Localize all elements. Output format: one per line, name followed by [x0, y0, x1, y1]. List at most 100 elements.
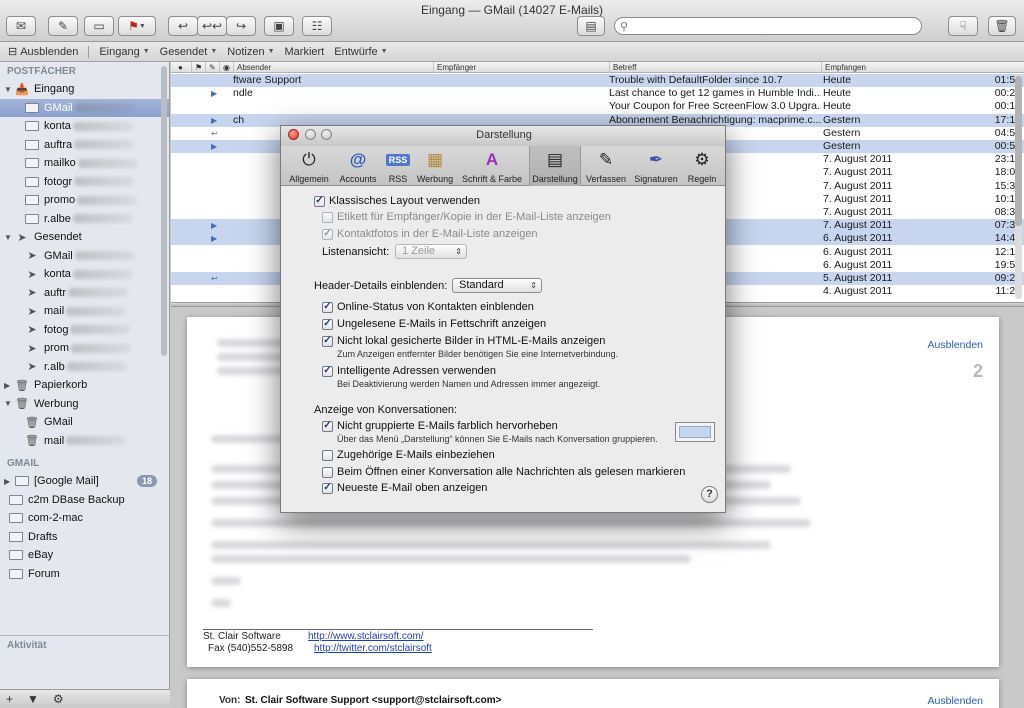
sidebar-item-sent-account[interactable]: ➤ fotog — [0, 321, 169, 340]
sidebar-item-folder[interactable]: c2m DBase Backup — [0, 491, 169, 510]
newest-on-top-checkbox[interactable]: ✓ Neueste E-Mail oben anzeigen — [322, 482, 487, 494]
tab-junk[interactable]: ▦ Werbung — [415, 146, 455, 186]
sidebar-item-ads-account[interactable]: 🗑 mail — [0, 432, 169, 451]
checkbox-checked[interactable]: ✓ — [322, 335, 333, 347]
junk-button[interactable]: ☟ — [948, 16, 978, 36]
archive-button[interactable]: ▭ — [84, 16, 114, 36]
checkbox-unchecked[interactable] — [322, 466, 333, 478]
disclosure-icon[interactable]: ▶ — [4, 381, 14, 390]
table-row[interactable]: Your Coupon for Free ScreenFlow 3.0 Upgr… — [171, 100, 1024, 113]
sidebar-item-folder[interactable]: com-2-mac — [0, 509, 169, 528]
add-icon[interactable]: + — [6, 692, 13, 706]
sidebar-item-ads[interactable]: ▼ 🗑 Werbung — [0, 395, 169, 414]
column-unread[interactable]: ● — [175, 62, 191, 73]
column-flag[interactable]: ⚑ — [191, 62, 205, 73]
sidebar-item-sent-account[interactable]: ➤ prom — [0, 339, 169, 358]
disclosure-icon[interactable]: ▼ — [4, 85, 14, 94]
checkbox-unchecked[interactable] — [322, 449, 333, 461]
sidebar-item-ads-account[interactable]: 🗑 GMail — [0, 413, 169, 432]
sidebar-item-inbox-account[interactable]: auftra — [0, 136, 169, 155]
tab-general[interactable]: ⏻ Allgemein — [287, 146, 331, 186]
sidebar-item-trash[interactable]: ▶ 🗑 Papierkorb — [0, 376, 169, 395]
column-subject[interactable]: Betreff — [609, 62, 821, 73]
include-related-checkbox[interactable]: Zugehörige E-Mails einbeziehen — [322, 449, 495, 461]
signature-twitter-link[interactable]: http://twitter.com/stclairsoft — [314, 643, 432, 654]
sidebar-item-google-mail[interactable]: ▶ [Google Mail] 18 — [0, 472, 169, 491]
column-recipient[interactable]: Empfänger — [433, 62, 609, 73]
mailbox-toggle-icon[interactable]: ▼ — [27, 692, 39, 706]
sidebar-item-inbox[interactable]: ▼ 📥 Eingang — [0, 80, 169, 99]
table-row[interactable]: ▶ ndle Last chance to get 12 games in Humb… — [171, 87, 1024, 100]
checkbox-unchecked[interactable] — [322, 211, 333, 223]
signature-website-link[interactable]: http://www.stclairsoft.com/ — [308, 631, 424, 642]
fav-sent[interactable]: Gesendet ▼ — [160, 46, 218, 58]
list-view-popup[interactable]: 1 Zeile ⇕ — [395, 244, 467, 259]
sidebar-item-sent[interactable]: ▼ ➤ Gesendet — [0, 228, 169, 247]
help-button[interactable]: ? — [701, 486, 718, 503]
sidebar-item-folder[interactable]: eBay — [0, 546, 169, 565]
highlight-ungrouped-checkbox[interactable]: ✓ Nicht gruppierte E-Mails farblich hervo… — [322, 420, 558, 432]
sidebar-item-inbox-account[interactable]: konta — [0, 117, 169, 136]
column-status[interactable]: ◉ — [219, 62, 233, 73]
search-input[interactable]: ⚲ — [614, 17, 922, 35]
sidebar-item-sent-account[interactable]: ➤ GMail — [0, 247, 169, 266]
recipient-label-checkbox[interactable]: Etikett für Empfänger/Kopie in der E-Mai… — [322, 211, 611, 223]
fav-inbox[interactable]: Eingang ▼ — [99, 46, 149, 58]
fav-notes[interactable]: Notizen ▼ — [227, 46, 274, 58]
checkbox-checked[interactable]: ✓ — [322, 318, 333, 330]
reply-all-button[interactable]: ↩↩ — [197, 16, 227, 36]
column-received[interactable]: Empfangen — [821, 62, 1024, 73]
highlight-color-well[interactable] — [675, 422, 715, 442]
tab-rules[interactable]: ⚙ Regeln — [683, 146, 721, 186]
sidebar-item-inbox-gmail[interactable]: GMail — [0, 98, 169, 117]
reply-button[interactable]: ↩ — [168, 16, 198, 36]
checkbox-checked[interactable]: ✓ — [322, 301, 333, 313]
tab-accounts[interactable]: @ Accounts — [335, 146, 381, 186]
get-mail-button[interactable]: ✉ — [6, 16, 36, 36]
online-status-checkbox[interactable]: ✓ Online-Status von Kontakten einblenden — [322, 301, 534, 313]
checkbox-checked[interactable]: ✓ — [322, 228, 333, 240]
sidebar-item-inbox-account[interactable]: promo — [0, 191, 169, 210]
checkbox-checked[interactable]: ✓ — [322, 420, 333, 432]
list-scrollbar[interactable] — [1015, 74, 1022, 299]
photo-button[interactable]: ▣ — [264, 16, 294, 36]
column-attachment[interactable]: ✎ — [205, 62, 219, 73]
contact-photos-checkbox[interactable]: ✓ Kontaktfotos in der E-Mail-Liste anzeig… — [322, 228, 538, 240]
delete-button[interactable]: 🗑 — [988, 16, 1016, 36]
checkbox-checked[interactable]: ✓ — [322, 482, 333, 494]
header-details-popup[interactable]: Standard ⇕ — [452, 278, 542, 293]
forward-button[interactable]: ↪ — [226, 16, 256, 36]
tab-rss[interactable]: RSS RSS — [383, 146, 413, 186]
hide-header-link[interactable]: Ausblenden — [928, 339, 983, 351]
sidebar-item-inbox-account[interactable]: r.albe — [0, 210, 169, 229]
tab-fonts-colors[interactable]: A Schrift & Farbe — [457, 146, 527, 186]
disclosure-icon[interactable]: ▼ — [4, 399, 14, 408]
unread-bold-checkbox[interactable]: ✓ Ungelesene E-Mails in Fettschrift anzei… — [322, 318, 546, 330]
sidebar-item-inbox-account[interactable]: mailko — [0, 154, 169, 173]
sidebar-item-sent-account[interactable]: ➤ konta — [0, 265, 169, 284]
checkbox-checked[interactable]: ✓ — [322, 365, 333, 377]
sidebar-item-inbox-account[interactable]: fotogr — [0, 173, 169, 192]
fav-flagged[interactable]: Markiert — [285, 46, 325, 58]
hide-header-link[interactable]: Ausblenden — [928, 695, 983, 707]
gear-icon[interactable]: ⚙ — [53, 692, 64, 706]
disclosure-icon[interactable]: ▶ — [4, 477, 14, 486]
checkbox-checked[interactable]: ✓ — [314, 195, 325, 207]
remote-images-checkbox[interactable]: ✓ Nicht lokal gesicherte Bilder in HTML-E… — [322, 335, 605, 347]
sidebar-item-sent-account[interactable]: ➤ mail — [0, 302, 169, 321]
fav-drafts[interactable]: Entwürfe ▼ — [334, 46, 387, 58]
smart-addresses-checkbox[interactable]: ✓ Intelligente Adressen verwenden — [322, 365, 496, 377]
sidebar-item-folder[interactable]: Forum — [0, 565, 169, 584]
disclosure-icon[interactable]: ▼ — [4, 233, 14, 242]
mark-all-read-checkbox[interactable]: Beim Öffnen einer Konversation alle Nach… — [322, 466, 685, 478]
sidebar-item-sent-account[interactable]: ➤ auftr — [0, 284, 169, 303]
sidebar-item-sent-account[interactable]: ➤ r.alb — [0, 358, 169, 377]
flag-button[interactable]: ⚑ ▼ — [118, 16, 156, 36]
column-sender[interactable]: Absender — [233, 62, 433, 73]
tab-composing[interactable]: ✎ Verfassen — [583, 146, 629, 186]
address-button[interactable]: ☷ — [302, 16, 332, 36]
tab-signatures[interactable]: ✒ Signaturen — [631, 146, 681, 186]
table-row[interactable]: ftware Support Trouble with DefaultFolder… — [171, 74, 1024, 87]
classic-layout-checkbox[interactable]: ✓ Klassisches Layout verwenden — [314, 195, 480, 207]
hide-mailboxes-button[interactable]: ⊟ Ausblenden — [8, 45, 78, 59]
